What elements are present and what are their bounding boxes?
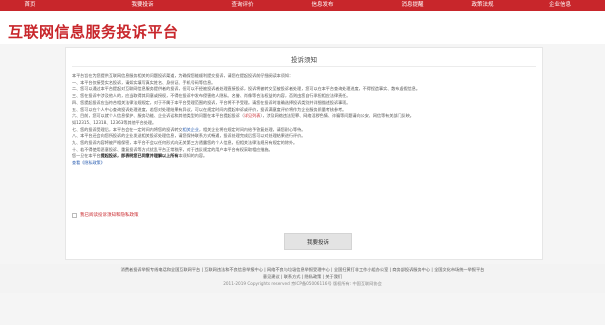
notice-item-3: 三、您在投诉中涉及他人的，应当取得其同意或授权，不得在投诉中发布侵害他人隐私、名… <box>72 93 351 99</box>
nav-item-policy[interactable]: 政策法规 <box>440 0 525 11</box>
notice-intro: 本平台旨在为您提供互联网信息服务相关的问题投诉渠道，为确保您能顺利提交投诉，请您… <box>72 73 294 78</box>
notice-item-2: 二、您可以通过本平台提起对互联网信息服务提供者的投诉，但可以不经被投诉者处理直接… <box>72 86 420 92</box>
notice-title: 投诉须知 <box>291 56 317 64</box>
agree-checkbox-row[interactable]: 我已阅读投诉须知和隐私政策 <box>72 212 139 218</box>
top-navigation: 首页 我要投诉 查询评价 信息发布 消息提醒 政策法规 企业信息 <box>0 0 605 11</box>
notice-item-6: 六、目前，您可以就个人信息保护、服务功能、企业诉讼和其他类型的问题在本平台提起投… <box>72 113 534 120</box>
notice-item-7-pre: 七、您的投诉受理后，本平台会在一定时间内将您的投诉转交 <box>72 126 183 132</box>
complaint-list-link[interactable]: 详见列表 <box>244 113 260 118</box>
notice-item-6-pre: 六、目前，您可以就个人信息保护、服务功能、企业诉讼和其他类型的问题在本平台提起投… <box>72 113 244 119</box>
title-divider <box>72 66 536 67</box>
nav-item-complain[interactable]: 我要投诉 <box>60 0 225 11</box>
related-enterprise-link[interactable]: 相关企业 <box>183 127 199 132</box>
closing-strong: 提起投诉，即表明您已同意并理解以上所有 <box>100 153 179 159</box>
nav-item-home[interactable]: 首页 <box>0 0 60 11</box>
notice-item-1: 一、本平台仅接受实名投诉，请如实填写真实姓名、身份证、手机号码等信息。 <box>72 79 216 85</box>
notice-item-6-post: ），涉及网络违法犯罪、网络淫秽色情、诈骗等问题请向公安、网信等有关部门反映。 <box>260 113 414 119</box>
footer-bottom-area <box>0 293 605 325</box>
nav-item-messages[interactable]: 消息提醒 <box>385 0 440 11</box>
notice-item-8: 八、本平台还会向您所投诉的企业发送相关投诉处理信息，请您保持联系方式畅通，投诉处… <box>72 133 306 139</box>
site-footer: 消费者投诉举报专线电话和全国互联网平台 | 互联网违法和不良信息举报中心 | 网… <box>0 264 605 325</box>
privacy-policy-link[interactable]: 查看《隐私政策》 <box>72 160 105 165</box>
footer-secondary-links[interactable]: 意见建议 | 联系方式 | 隐私政策 | 关于我们 <box>0 274 605 280</box>
nav-item-info[interactable]: 信息发布 <box>260 0 385 11</box>
footer-copyright: 2011-2019 Copyrights reserved 京ICP备05006… <box>223 281 382 286</box>
submit-complaint-button[interactable]: 我要投诉 <box>284 233 352 250</box>
closing-post: 本须知的内容。 <box>178 153 208 159</box>
notice-item-7-post: ，相关企业将在规定时间内给予答复处理，请您耐心等待。 <box>198 126 306 132</box>
agree-label[interactable]: 我已阅读投诉须知和隐私政策 <box>80 212 139 218</box>
nav-item-query[interactable]: 查询评价 <box>225 0 260 11</box>
notice-item-7: 七、您的投诉受理后，本平台会在一定时间内将您的投诉转交相关企业，相关企业将在规定… <box>72 127 534 134</box>
site-header: 互联网信息服务投诉平台 <box>0 11 605 44</box>
notice-item-5: 五、您可以在个人中心查询投诉处理进度，若您对处理结果有异议，可以在规定时间内提起… <box>72 106 347 112</box>
footer-links[interactable]: 消费者投诉举报专线电话和全国互联网平台 | 互联网违法和不良信息举报中心 | 网… <box>0 267 605 273</box>
notice-item-6-cont: 如12315、12318、12363等其他平台处理。 <box>72 119 157 125</box>
notice-card: 投诉须知 本平台旨在为您提供互联网信息服务相关的问题投诉渠道，为确保您能顺利提交… <box>65 47 543 260</box>
notice-item-4: 四、您提起投诉应当符合相关法律法规规定，对于不属于本平台受理范围的投诉，平台将不… <box>72 99 351 105</box>
notice-closing: 您一旦在本平台提起投诉，即表明您已同意并理解以上所有本须知的内容。 <box>72 153 534 160</box>
notice-item-10: 十、若不得使用恶意投诉、重复投诉等方式扰乱平台正常秩序，对于违反规定的用户本平台… <box>72 146 273 152</box>
nav-item-enterprise[interactable]: 企业信息 <box>525 0 595 11</box>
site-logo[interactable]: 互联网信息服务投诉平台 <box>8 21 179 42</box>
notice-item-9: 九、您的投诉内容将被严格保密，本平台不会以任何形式向无关第三方透露您的个人信息，… <box>72 140 298 146</box>
closing-pre: 您一旦在本平台 <box>72 153 101 159</box>
agree-checkbox[interactable] <box>72 212 77 218</box>
notice-body: 本平台旨在为您提供互联网信息服务相关的问题投诉渠道，为确保您能顺利提交投诉，请您… <box>72 73 534 167</box>
